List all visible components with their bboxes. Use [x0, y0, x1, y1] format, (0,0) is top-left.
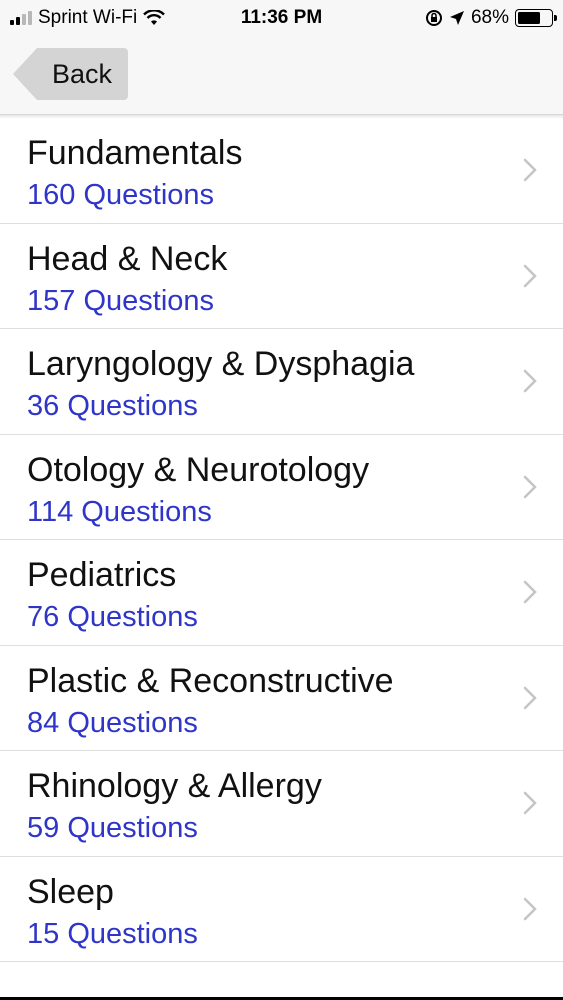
category-title: Pediatrics [27, 556, 177, 594]
back-button[interactable]: Back [13, 48, 128, 100]
category-title: Rhinology & Allergy [27, 767, 322, 805]
chevron-right-icon [523, 369, 537, 393]
list-item[interactable]: Otology & Neurotology 114 Questions [0, 435, 563, 540]
list-item[interactable]: Sleep 15 Questions [0, 857, 563, 962]
battery-percent: 68% [470, 7, 509, 28]
question-count: 59 Questions [27, 812, 198, 844]
category-title: Fundamentals [27, 134, 243, 172]
category-title: Sleep [27, 872, 114, 911]
orientation-lock-icon [425, 10, 442, 26]
navigation-bar: Back [0, 38, 563, 115]
question-count: 15 Questions [27, 917, 198, 950]
question-count: 84 Questions [27, 706, 198, 739]
battery-icon [515, 9, 557, 27]
chevron-right-icon [523, 580, 537, 604]
chevron-right-icon [523, 791, 537, 815]
category-title: Plastic & Reconstructive [27, 661, 394, 700]
list-item[interactable]: Plastic & Reconstructive 84 Questions [0, 646, 563, 751]
category-title: Head & Neck [27, 239, 228, 278]
chevron-right-icon [523, 686, 537, 709]
chevron-right-icon [523, 158, 537, 182]
chevron-right-icon [523, 897, 537, 920]
list-item[interactable]: Pediatrics 76 Questions [0, 540, 563, 646]
question-count: 76 Questions [27, 601, 198, 633]
chevron-right-icon [523, 475, 537, 498]
list-item[interactable]: Rhinology & Allergy 59 Questions [0, 751, 563, 857]
list-item[interactable]: Head & Neck 157 Questions [0, 224, 563, 329]
status-right: 68% [419, 7, 557, 29]
status-bar: Sprint Wi-Fi 11:36 PM 68% [0, 0, 563, 38]
category-title: Laryngology & Dysphagia [27, 345, 415, 383]
list-item[interactable]: Laryngology & Dysphagia 36 Questions [0, 329, 563, 435]
question-count: 157 Questions [27, 284, 215, 317]
question-count: 114 Questions [27, 495, 212, 528]
battery-fill [518, 12, 540, 24]
app-screen: Sprint Wi-Fi 11:36 PM 68% Back Fundament… [0, 0, 563, 1000]
question-count: 160 Questions [27, 179, 215, 211]
list-item[interactable]: Fundamentals 160 Questions [0, 118, 563, 224]
location-arrow-icon [449, 11, 464, 25]
category-title: Otology & Neurotology [27, 450, 370, 489]
chevron-right-icon [523, 264, 537, 287]
category-list: Fundamentals 160 Questions Head & Neck 157 … [0, 118, 563, 962]
question-count: 36 Questions [27, 390, 198, 422]
